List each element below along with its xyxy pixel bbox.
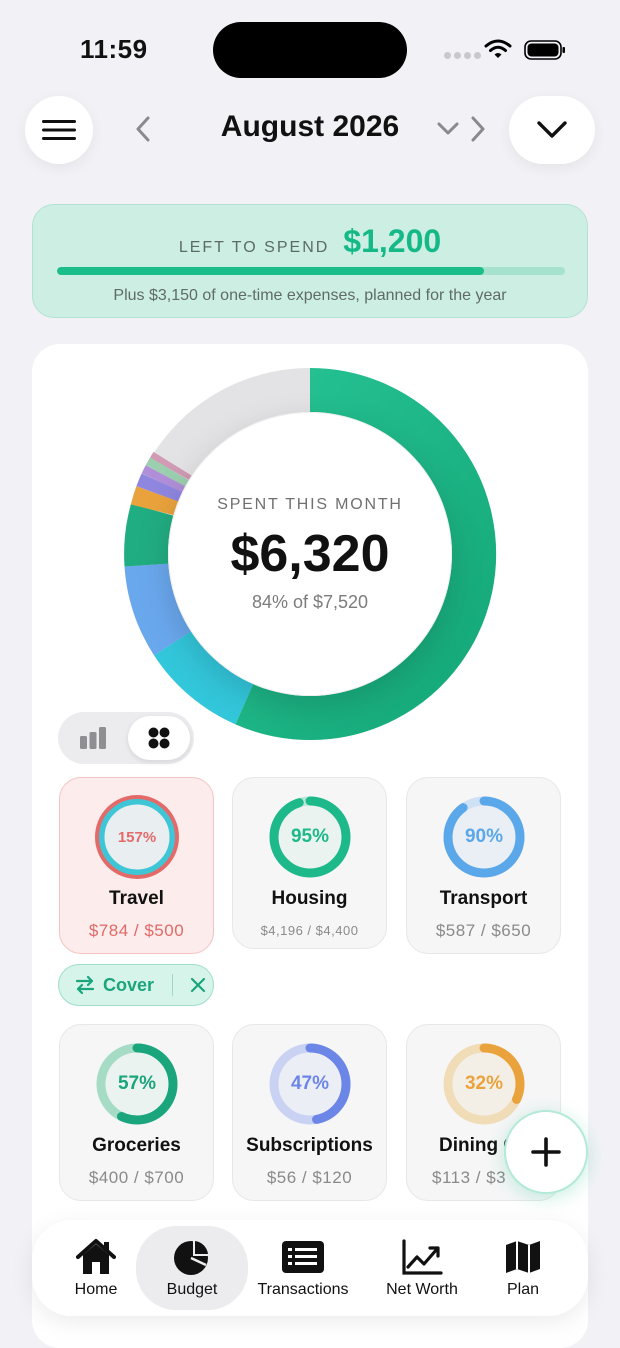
trend-icon <box>402 1239 443 1275</box>
month-picker-button[interactable] <box>436 114 460 144</box>
category-card-travel[interactable]: 157% Travel $784 / $500 <box>59 777 214 954</box>
tab-net-worth-label: Net Worth <box>386 1281 458 1298</box>
left-to-spend-value: $1,200 <box>343 223 442 259</box>
status-bar: 11:59 <box>0 0 620 90</box>
grid-icon <box>148 727 170 749</box>
tab-transactions-label: Transactions <box>257 1281 349 1298</box>
chevron-down-icon <box>437 122 459 135</box>
transport-percent: 90% <box>464 826 504 847</box>
collapse-button[interactable] <box>509 96 595 164</box>
chevron-down-icon <box>537 121 567 138</box>
status-time: 11:59 <box>80 34 148 64</box>
map-icon <box>506 1241 540 1273</box>
groceries-percent: 57% <box>117 1073 157 1094</box>
spent-this-month-value: $6,320 <box>230 525 390 583</box>
dining-percent: 32% <box>464 1073 504 1094</box>
tab-budget-label: Budget <box>166 1281 218 1298</box>
tab-home-label: Home <box>74 1281 118 1298</box>
travel-name: Travel <box>109 888 164 909</box>
chip-divider <box>172 974 174 996</box>
home-icon <box>76 1239 116 1274</box>
donut-segment-other-2 <box>145 457 190 488</box>
cover-label: Cover <box>103 974 155 995</box>
tab-plan[interactable]: Plan <box>488 1220 558 1316</box>
spent-percent-of-budget: 84% of $7,520 <box>251 592 369 612</box>
transport-name: Transport <box>439 888 528 909</box>
pie-chart-icon <box>174 1239 210 1275</box>
left-to-spend-label: LEFT TO SPEND <box>178 239 330 256</box>
subscriptions-percent: 47% <box>290 1073 330 1094</box>
groceries-amount: $400 / $700 <box>88 1168 185 1187</box>
list-icon <box>282 1241 324 1273</box>
subscriptions-amount: $56 / $120 <box>266 1168 353 1187</box>
donut-segment-subscriptions <box>136 473 184 503</box>
spent-this-month-label: SPENT THIS MONTH <box>217 496 403 513</box>
travel-amount: $784 / $500 <box>88 921 185 940</box>
left-to-spend-progress <box>57 267 565 275</box>
cover-overspending-chip[interactable]: Cover <box>58 964 214 1006</box>
battery-icon <box>524 40 565 60</box>
tab-home[interactable]: Home <box>54 1220 138 1316</box>
travel-percent: 157% <box>117 828 157 846</box>
chevron-right-icon <box>471 116 485 142</box>
category-card-subscriptions[interactable]: 47% Subscriptions $56 / $120 <box>232 1024 387 1201</box>
category-card-transport[interactable]: 90% Transport $587 / $650 <box>406 777 561 954</box>
tab-budget[interactable]: Budget <box>136 1226 248 1310</box>
view-toggle <box>58 712 194 764</box>
transport-amount: $587 / $650 <box>435 921 532 940</box>
wifi-icon <box>484 39 512 58</box>
left-to-spend-progress-fill <box>57 267 484 275</box>
swap-arrows-icon <box>75 976 95 994</box>
left-to-spend-banner[interactable]: LEFT TO SPEND $1,200 Plus $3,150 of one-… <box>32 204 588 318</box>
plus-icon <box>531 1137 561 1167</box>
tab-bar: Home Budget Transactions Net Worth Plan <box>32 1220 588 1316</box>
tab-plan-label: Plan <box>506 1281 540 1298</box>
cellular-signal-icon <box>444 52 481 59</box>
donut-segment-other-1 <box>141 465 187 493</box>
bar-view-button[interactable] <box>62 716 124 760</box>
subscriptions-name: Subscriptions <box>246 1135 373 1156</box>
close-icon[interactable] <box>189 976 207 994</box>
grid-view-button[interactable] <box>128 716 190 760</box>
housing-amount: $4,196 / $4,400 <box>260 923 359 938</box>
category-card-groceries[interactable]: 57% Groceries $400 / $700 <box>59 1024 214 1201</box>
category-card-housing[interactable]: 95% Housing $4,196 / $4,400 <box>232 777 387 949</box>
tab-net-worth[interactable]: Net Worth <box>374 1220 470 1316</box>
housing-name: Housing <box>271 888 348 909</box>
donut-segment-other-3 <box>150 451 193 481</box>
bar-chart-icon <box>80 727 106 749</box>
groceries-name: Groceries <box>92 1135 181 1156</box>
tab-transactions[interactable]: Transactions <box>250 1220 356 1316</box>
housing-percent: 95% <box>290 826 330 847</box>
next-month-button[interactable] <box>466 114 490 144</box>
add-button[interactable] <box>504 1110 588 1194</box>
dynamic-island <box>213 22 407 78</box>
one-time-expenses-note: Plus $3,150 of one-time expenses, planne… <box>113 287 507 304</box>
